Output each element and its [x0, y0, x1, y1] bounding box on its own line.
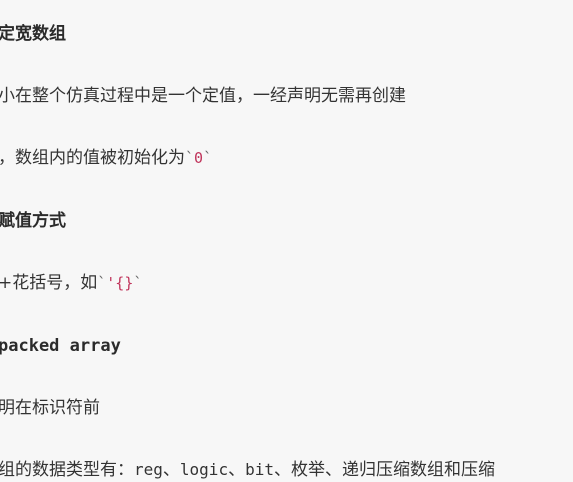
paragraph-default-init: ，数组内的值被初始化为`0` — [0, 146, 212, 170]
paragraph-packed-types: 组的数据类型有：reg、logic、bit、枚举、递归压缩数组和压缩 — [0, 458, 495, 482]
inline-code-zero: 0 — [194, 149, 204, 167]
section-heading-fixed-array: 定宽数组 — [0, 24, 66, 44]
backtick-open: ` — [97, 274, 107, 292]
inline-code-logic: logic — [179, 460, 229, 479]
paragraph-text: +花括号，如 — [0, 273, 98, 293]
inline-code-reg: reg — [134, 460, 163, 479]
inline-code-brace: '{} — [106, 274, 134, 292]
backtick-close: ` — [203, 149, 213, 167]
inline-code-bit: bit — [245, 460, 274, 479]
backtick-open: ` — [185, 149, 195, 167]
separator: 、 — [228, 460, 246, 480]
paragraph-text: ，数组内的值被初始化为 — [0, 148, 185, 168]
paragraph-brace-assignment: +花括号，如`'{}` — [0, 271, 142, 295]
section-heading-packed-array: packed array — [0, 336, 121, 356]
paragraph-size-constant: 小在整个仿真过程中是一个定值，一经声明无需再创建 — [0, 86, 406, 106]
paragraph-text: 、枚举、递归压缩数组和压缩 — [273, 460, 495, 480]
separator: 、 — [162, 460, 180, 480]
paragraph-declared-before-identifier: 明在标识符前 — [0, 398, 100, 418]
backtick-close: ` — [133, 274, 143, 292]
section-heading-assignment: 赋值方式 — [0, 211, 66, 231]
paragraph-text: 组的数据类型有： — [0, 460, 134, 480]
